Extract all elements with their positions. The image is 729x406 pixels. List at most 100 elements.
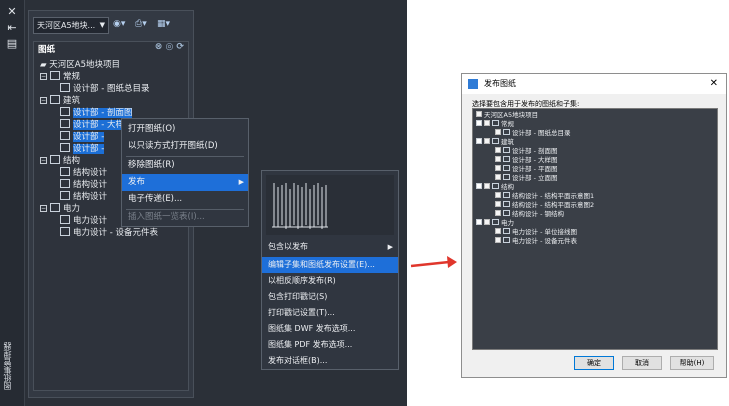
submenu-include-stamp[interactable]: 包含打印戳记(S) [262,289,398,305]
tree-header-icons: ⊗ ◎ ⟳ [155,42,184,52]
dialog-tree-sheet[interactable]: 电力设计 - 设备元件表 [495,237,577,246]
dialog-tree-sheet[interactable]: 结构设计 - 钢结构 [495,210,564,219]
tree-group[interactable]: − 电力 [40,203,80,215]
dialog-titlebar: 发布图纸 ✕ [462,74,726,94]
tree-group[interactable]: − 结构 [40,155,80,167]
checkbox-icon[interactable] [495,165,501,171]
close-icon[interactable]: ✕ [5,6,19,18]
sheet-preview-thumbnail [266,175,394,235]
dialog-tree-sheet[interactable]: 结构设计 - 结构平面示意图2 [495,201,594,210]
tree-sheet[interactable]: 结构设计 [60,191,107,203]
tree-sheet[interactable]: 电力设计 - 设备元件表 [60,227,158,239]
dialog-tree-sheet[interactable]: 设计部 - 立面图 [495,174,557,183]
menu-open-sheet[interactable]: 打开图纸(O) [122,121,248,138]
subset-icon [492,138,499,144]
menu-publish[interactable]: 发布 ▶ [122,174,248,191]
checkbox-icon[interactable] [476,111,482,117]
tree-group[interactable]: − 常规 [40,71,80,83]
collapse-toggle-icon[interactable]: − [40,205,47,212]
tree-sheet[interactable]: 电力设计 [60,215,107,227]
menu-etransmit[interactable]: 电子传递(E)... [122,191,248,208]
dialog-tree-group[interactable]: 结构 [476,183,514,192]
collapse-toggle-icon[interactable] [476,183,482,189]
palette-titlebar: ✕ ⇤ ▤ 图纸集管理器 [0,0,25,406]
ok-button[interactable]: 确定 [574,356,614,370]
menu-open-readonly[interactable]: 以只读方式打开图纸(D) [122,138,248,155]
collapse-toggle-icon[interactable]: − [40,73,47,80]
view-icon[interactable]: ◎ [165,42,173,52]
tree-group[interactable]: − 建筑 [40,95,80,107]
subset-icon [492,183,499,189]
close-icon[interactable]: ✕ [710,74,718,94]
tree-sheet[interactable]: 设计部 - [60,143,105,155]
tree-sheet[interactable]: 结构设计 [60,179,107,191]
subset-icon [492,120,499,126]
tree-sheet[interactable]: 结构设计 [60,167,107,179]
cancel-button[interactable]: 取消 [622,356,662,370]
sheet-icon [60,179,70,188]
submenu-publish-dialog[interactable]: 发布对话框(B)... [262,353,398,369]
tree-root[interactable]: ▰ 天河区A5地块项目 [40,59,120,71]
collapse-toggle-icon[interactable] [476,120,482,126]
tree-header-title: 图纸 [38,45,56,55]
publish-sheets-dialog: 发布图纸 ✕ 选择要包含用于发布的图纸和子集: 天河区A5地块项目 常规 设计部… [461,73,727,378]
checkbox-icon[interactable] [484,138,490,144]
dialog-tree-sheet[interactable]: 设计部 - 剖面图 [495,147,557,156]
submenu-edit-publish-settings[interactable]: 编辑子集和图纸发布设置(E)... [262,257,398,273]
autohide-icon[interactable]: ⇤ [5,22,19,34]
dialog-tree-sheet[interactable]: 电力设计 - 单位接线图 [495,228,577,237]
refresh-icon[interactable]: ⟳ [176,42,184,52]
publish-submenu: 包含以发布 ▶ 编辑子集和图纸发布设置(E)... 以相反顺序发布(R) 包含打印… [261,170,399,370]
subset-icon [50,155,60,164]
sheet-icon [60,227,70,236]
checkbox-icon[interactable] [484,183,490,189]
help-button[interactable]: 帮助(H) [670,356,714,370]
checkbox-icon[interactable] [484,219,490,225]
dialog-tree-sheet[interactable]: 设计部 - 平面图 [495,165,557,174]
sheet-icon [60,107,70,116]
printer-icon[interactable]: ⎙▾ [135,19,147,33]
checkbox-icon[interactable] [484,120,490,126]
menu-insert-sheet-list: 插入图纸一览表(I)... [128,212,205,222]
dialog-tree-group[interactable]: 电力 [476,219,514,228]
tree-sheet[interactable]: 设计部 - [60,131,105,143]
submenu-pdf-options[interactable]: 图纸集 PDF 发布选项... [262,337,398,353]
checkbox-icon[interactable] [495,228,501,234]
subset-icon [50,203,60,212]
submenu-arrow-icon: ▶ [238,178,244,186]
menu-remove-sheet[interactable]: 移除图纸(R) [122,157,248,174]
sheet-icon[interactable]: ▦▾ [157,19,170,33]
dialog-tree-sheet[interactable]: 结构设计 - 结构平面示意图1 [495,192,594,201]
sheet-set-combo[interactable]: 天河区A5地块... ▼ [33,17,109,34]
tree-sheet[interactable]: 设计部 - 图纸总目录 [60,83,149,95]
checkbox-icon[interactable] [495,237,501,243]
checkbox-icon[interactable] [495,129,501,135]
checkbox-icon[interactable] [495,174,501,180]
sheet-icon [503,201,510,207]
sheet-icon [503,147,510,153]
collapse-toggle-icon[interactable]: − [40,97,47,104]
checkbox-icon[interactable] [495,156,501,162]
collapse-icon[interactable]: ⊗ [155,42,163,52]
dialog-tree-root[interactable]: 天河区A5地块项目 [476,111,538,120]
dialog-tree-group[interactable]: 常规 [476,120,514,129]
dialog-tree-sheet[interactable]: 设计部 - 图纸总目录 [495,129,570,138]
subset-icon [492,219,499,225]
collapse-toggle-icon[interactable] [476,219,482,225]
submenu-reverse-order[interactable]: 以相反顺序发布(R) [262,273,398,289]
checkbox-icon[interactable] [495,147,501,153]
submenu-stamp-settings[interactable]: 打印戳记设置(T)... [262,305,398,321]
collapse-toggle-icon[interactable]: − [40,157,47,164]
publish-icon[interactable]: ◉▾ [113,19,125,33]
submenu-include-publish[interactable]: 包含以发布 ▶ [262,239,398,255]
checkbox-icon[interactable] [495,201,501,207]
sheet-icon [60,143,70,152]
checkbox-icon[interactable] [495,210,501,216]
submenu-arrow-icon: ▶ [387,243,393,251]
checkbox-icon[interactable] [495,192,501,198]
collapse-toggle-icon[interactable] [476,138,482,144]
dialog-tree-sheet[interactable]: 设计部 - 大样图 [495,156,557,165]
dialog-tree-group[interactable]: 建筑 [476,138,514,147]
properties-icon[interactable]: ▤ [5,38,19,50]
submenu-dwf-options[interactable]: 图纸集 DWF 发布选项... [262,321,398,337]
